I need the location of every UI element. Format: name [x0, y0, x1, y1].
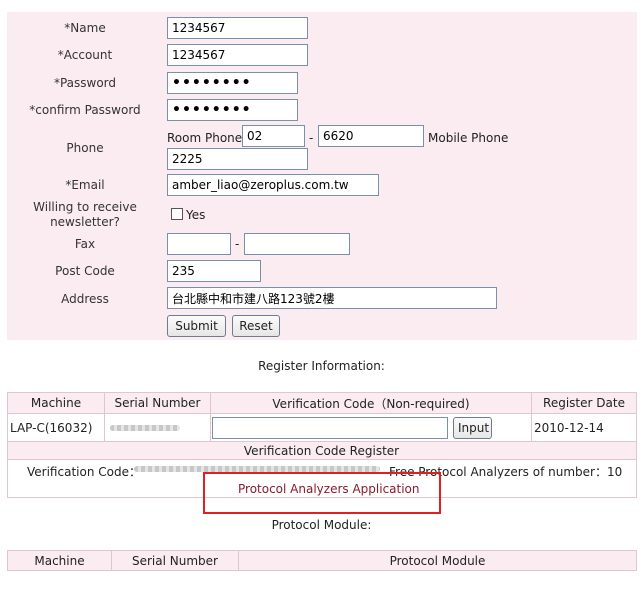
table-line: [7, 413, 637, 414]
address-input[interactable]: [167, 287, 497, 309]
col-serial-number: Serial Number: [114, 396, 201, 410]
table-line: [636, 550, 637, 570]
room-phone-number-input[interactable]: [318, 125, 424, 147]
fax-dash: -: [235, 237, 240, 251]
mobile-phone-label: Mobile Phone: [428, 131, 509, 145]
room-phone-label: Room Phone: [167, 131, 243, 145]
password-input[interactable]: ••••••••: [167, 72, 298, 94]
col-verification-code: Verification Code（Non-required): [272, 397, 470, 411]
verification-code-label: Verification Code：: [27, 465, 141, 479]
register-info-title: Register Information:: [258, 359, 385, 373]
submit-button[interactable]: Submit: [167, 315, 226, 337]
module-col-protocol-module: Protocol Module: [389, 554, 486, 568]
newsletter-label: Willing to receive newsletter?: [33, 200, 137, 229]
account-input[interactable]: [167, 44, 308, 66]
module-col-serial-number: Serial Number: [132, 554, 218, 568]
phone-label: Phone: [66, 141, 104, 155]
newsletter-yes-label: Yes: [186, 208, 206, 222]
col-machine: Machine: [30, 396, 82, 410]
newsletter-checkbox[interactable]: [171, 208, 183, 220]
fax-number-input[interactable]: [244, 233, 350, 255]
module-col-machine: Machine: [34, 554, 85, 568]
protocol-module-title: Protocol Module:: [271, 518, 372, 532]
row-register-date: 2010-12-14: [534, 421, 604, 435]
reset-button[interactable]: Reset: [232, 315, 280, 337]
highlight-box: [203, 472, 441, 514]
name-input[interactable]: [167, 17, 308, 39]
code-register-title: Verification Code Register: [243, 444, 400, 458]
phone-extension-input[interactable]: [167, 148, 308, 170]
row-machine: LAP-C(16032): [10, 421, 93, 435]
password-label: *Password: [53, 76, 117, 90]
fax-area-input[interactable]: [167, 233, 231, 255]
room-phone-area-input[interactable]: [242, 125, 305, 147]
account-label: *Account: [57, 48, 113, 62]
table-line: [7, 570, 637, 571]
input-button[interactable]: Input: [453, 417, 492, 439]
phone-dash: -: [309, 131, 314, 145]
address-label: Address: [61, 292, 109, 306]
postcode-label: Post Code: [55, 264, 115, 278]
email-input[interactable]: [167, 174, 379, 196]
table-line: [7, 459, 637, 460]
table-line: [7, 550, 637, 551]
name-label: *Name: [64, 21, 106, 35]
email-label: *Email: [65, 178, 105, 192]
confirm-password-input[interactable]: ••••••••: [167, 99, 298, 121]
confirm-password-label: *confirm Password: [29, 103, 141, 117]
row-serial-blurred: [110, 425, 180, 431]
col-register-date: Register Date: [543, 396, 625, 410]
verification-code-input[interactable]: [212, 417, 448, 439]
postcode-input[interactable]: [167, 260, 261, 282]
fax-label: Fax: [74, 237, 96, 251]
table-line: [7, 392, 637, 393]
